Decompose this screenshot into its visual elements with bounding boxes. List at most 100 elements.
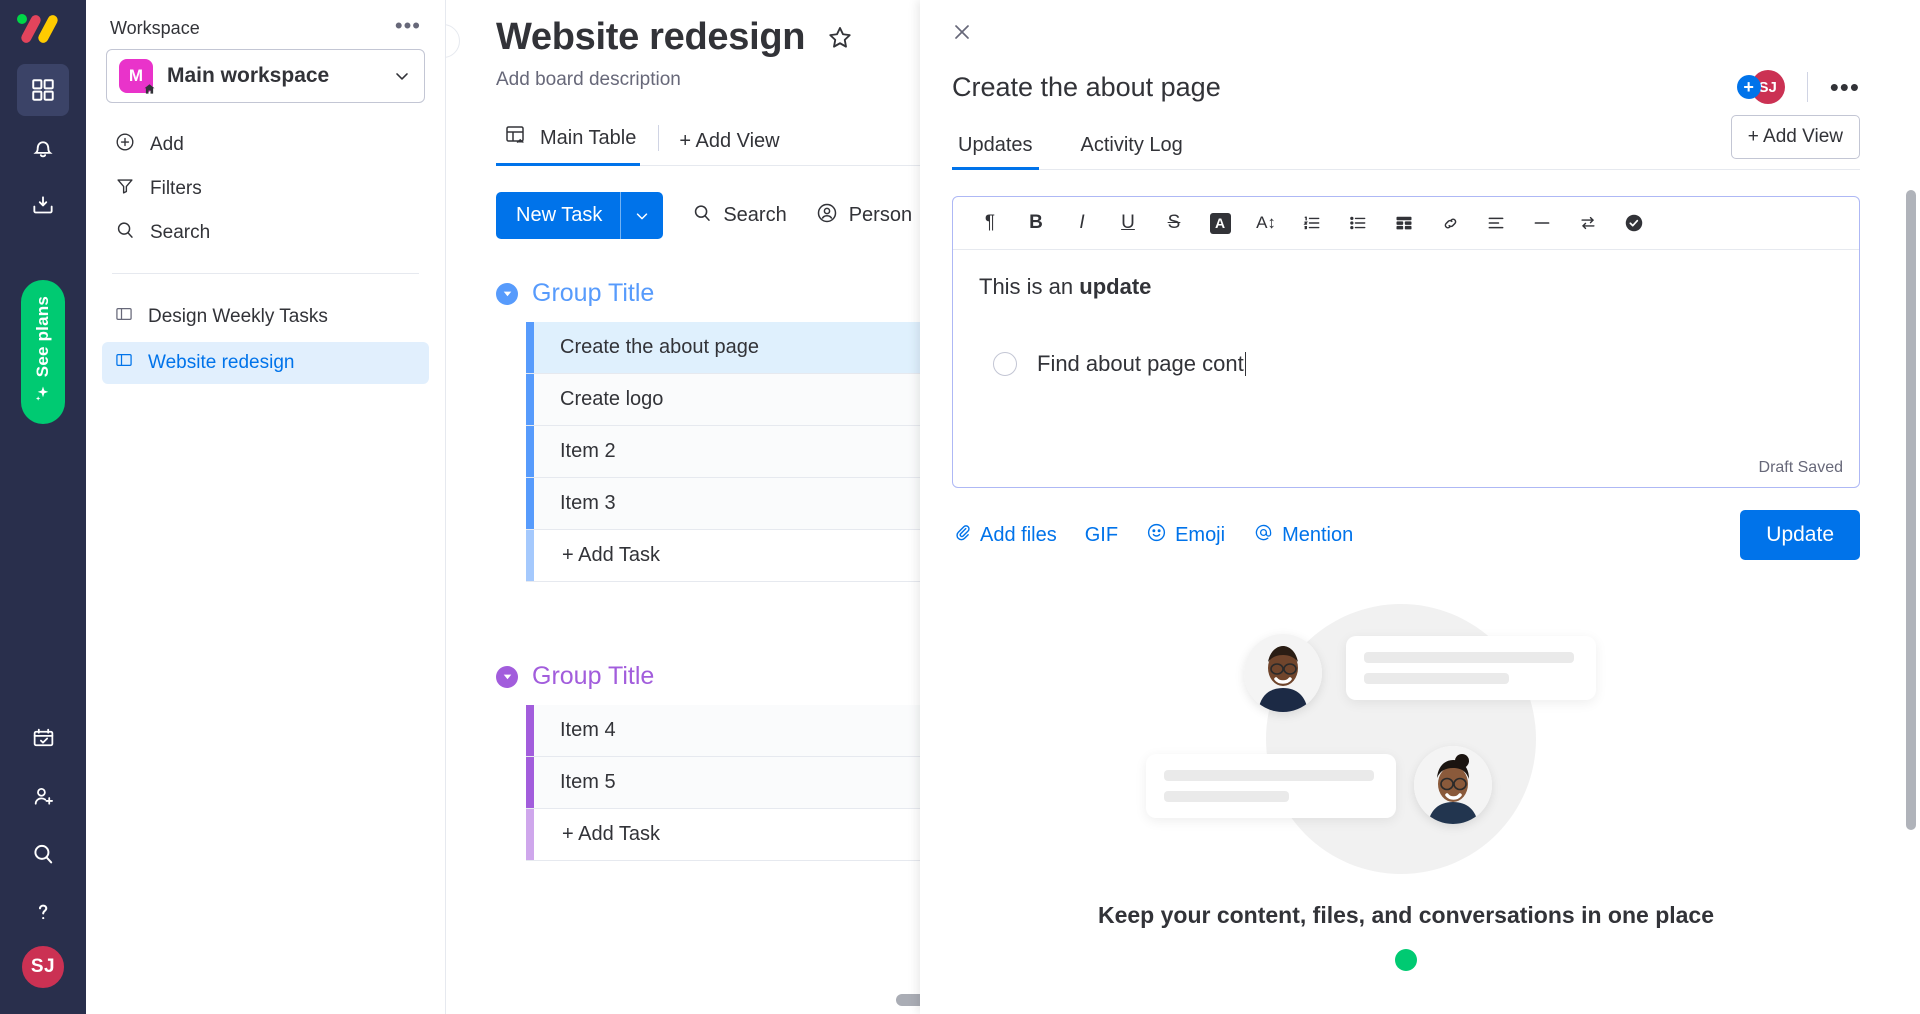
group-collapse-icon[interactable] bbox=[496, 282, 518, 305]
draft-status: Draft Saved bbox=[1758, 459, 1843, 476]
rail-item-search[interactable] bbox=[17, 828, 69, 880]
green-dot-icon bbox=[1395, 949, 1417, 971]
panel-add-view-button[interactable]: + Add View bbox=[1730, 115, 1860, 159]
illustration-avatar-2 bbox=[1414, 746, 1492, 824]
group-title[interactable]: Group Title bbox=[532, 662, 654, 691]
indent-icon[interactable] bbox=[1565, 207, 1611, 239]
workspace-selector[interactable]: M Main workspace bbox=[106, 49, 425, 103]
at-icon bbox=[1253, 522, 1274, 549]
text-cursor bbox=[1244, 352, 1247, 376]
paperclip-icon bbox=[952, 522, 972, 548]
monday-logo-icon[interactable] bbox=[17, 13, 69, 48]
panel-item-title[interactable]: Create the about page bbox=[952, 72, 1737, 103]
updates-empty-state: Keep your content, files, and conversati… bbox=[952, 596, 1860, 971]
sidebar-board-label: Website redesign bbox=[148, 352, 295, 373]
rail-item-notifications[interactable] bbox=[17, 122, 69, 174]
board-icon bbox=[114, 350, 134, 376]
user-avatar[interactable]: SJ bbox=[20, 944, 66, 990]
question-mark-icon bbox=[30, 899, 56, 925]
illustration-bubble-2 bbox=[1146, 754, 1396, 818]
tab-activity-log[interactable]: Activity Log bbox=[1075, 126, 1189, 169]
search-icon bbox=[691, 202, 713, 230]
row-color-bar bbox=[526, 757, 534, 808]
sidebar-board-design-weekly-tasks[interactable]: Design Weekly Tasks bbox=[102, 296, 429, 338]
calendar-check-icon bbox=[31, 726, 56, 751]
numbered-list-icon[interactable] bbox=[1289, 207, 1335, 239]
text-color-icon[interactable]: A bbox=[1197, 207, 1243, 239]
person-add-icon bbox=[31, 784, 56, 809]
editor-text-bold: update bbox=[1079, 274, 1152, 299]
workspace-sidebar: Workspace ••• M Main workspace Add Filte… bbox=[86, 0, 446, 1014]
sidebar-item-filters-label: Filters bbox=[150, 178, 202, 199]
rail-item-my-work[interactable] bbox=[17, 712, 69, 764]
sidebar-item-filters[interactable]: Filters bbox=[102, 167, 429, 211]
favorite-star-icon[interactable] bbox=[825, 23, 855, 53]
person-circle-icon bbox=[815, 201, 839, 231]
update-button[interactable]: Update bbox=[1740, 510, 1860, 560]
tab-main-table[interactable]: Main Table bbox=[496, 113, 654, 166]
empty-state-illustration bbox=[1146, 596, 1666, 896]
link-icon[interactable] bbox=[1427, 207, 1473, 239]
italic-icon[interactable]: I bbox=[1059, 207, 1105, 239]
search-icon bbox=[30, 841, 56, 867]
update-editor: ¶ B I U S A A↕ This is an update Find ab… bbox=[952, 196, 1860, 488]
sidebar-board-website-redesign[interactable]: Website redesign bbox=[102, 342, 429, 384]
editor-content[interactable]: This is an update Find about page cont bbox=[953, 250, 1859, 400]
inbox-icon bbox=[30, 193, 56, 219]
row-color-bar bbox=[526, 478, 534, 529]
workspace-label: Workspace bbox=[110, 18, 200, 38]
new-task-button[interactable]: New Task bbox=[496, 192, 664, 239]
sidebar-item-add[interactable]: Add bbox=[102, 123, 429, 167]
empty-state-title: Keep your content, files, and conversati… bbox=[1097, 902, 1715, 928]
workspace-more-button[interactable]: ••• bbox=[395, 14, 421, 37]
gif-button[interactable]: GIF bbox=[1085, 524, 1118, 547]
editor-checklist-item[interactable]: Find about page cont bbox=[979, 347, 1833, 380]
grid-icon bbox=[30, 77, 56, 103]
item-detail-panel: Create the about page + SJ ••• Updates A… bbox=[920, 0, 1920, 1014]
bold-icon[interactable]: B bbox=[1013, 207, 1059, 239]
emoji-button[interactable]: Emoji bbox=[1146, 522, 1225, 549]
group-title[interactable]: Group Title bbox=[532, 279, 654, 308]
emoji-label: Emoji bbox=[1175, 523, 1226, 546]
sidebar-board-label: Design Weekly Tasks bbox=[148, 306, 328, 327]
board-search-button[interactable]: Search bbox=[691, 202, 787, 230]
page-title: Website redesign bbox=[496, 16, 806, 58]
mention-button[interactable]: Mention bbox=[1253, 522, 1353, 549]
close-icon[interactable] bbox=[950, 20, 974, 49]
rail-item-help[interactable] bbox=[17, 886, 69, 938]
horizontal-rule-icon[interactable] bbox=[1519, 207, 1565, 239]
bulleted-list-icon[interactable] bbox=[1335, 207, 1381, 239]
editor-toolbar: ¶ B I U S A A↕ bbox=[953, 197, 1859, 250]
editor-actions: Add files GIF Emoji Mention Update bbox=[952, 510, 1860, 560]
rail-item-inbox[interactable] bbox=[17, 180, 69, 232]
sidebar-item-search[interactable]: Search bbox=[102, 211, 429, 255]
tab-add-view[interactable]: + Add View bbox=[671, 120, 797, 165]
paragraph-icon[interactable]: ¶ bbox=[967, 207, 1013, 239]
smiley-icon bbox=[1146, 522, 1167, 549]
row-color-bar bbox=[526, 530, 534, 581]
panel-header: Create the about page + SJ ••• bbox=[952, 70, 1860, 104]
add-files-button[interactable]: Add files bbox=[952, 522, 1057, 548]
panel-vertical-scrollbar[interactable] bbox=[1906, 190, 1916, 830]
strikethrough-icon[interactable]: S bbox=[1151, 207, 1197, 239]
group-collapse-icon[interactable] bbox=[496, 665, 518, 688]
font-size-icon[interactable]: A↕ bbox=[1243, 207, 1289, 239]
rail-item-invite-members[interactable] bbox=[17, 770, 69, 822]
table-icon[interactable] bbox=[1381, 207, 1427, 239]
panel-more-button[interactable]: ••• bbox=[1830, 74, 1860, 100]
see-plans-button[interactable]: See plans bbox=[21, 280, 65, 425]
sidebar-item-add-label: Add bbox=[150, 134, 184, 155]
add-person-button[interactable]: + bbox=[1736, 75, 1761, 99]
checkbox-circle-icon[interactable] bbox=[993, 351, 1017, 376]
see-plans-label: See plans bbox=[33, 296, 52, 378]
board-person-filter-button[interactable]: Person bbox=[815, 201, 912, 231]
align-icon[interactable] bbox=[1473, 207, 1519, 239]
rail-item-home-grid[interactable] bbox=[17, 64, 69, 116]
tab-updates[interactable]: Updates bbox=[952, 126, 1039, 170]
add-files-label: Add files bbox=[980, 523, 1057, 546]
rail-bottom-group: SJ bbox=[17, 712, 69, 1014]
checklist-icon[interactable] bbox=[1611, 207, 1657, 239]
new-task-dropdown-icon[interactable] bbox=[621, 192, 663, 239]
panel-divider bbox=[1806, 72, 1808, 102]
underline-icon[interactable]: U bbox=[1105, 207, 1151, 239]
